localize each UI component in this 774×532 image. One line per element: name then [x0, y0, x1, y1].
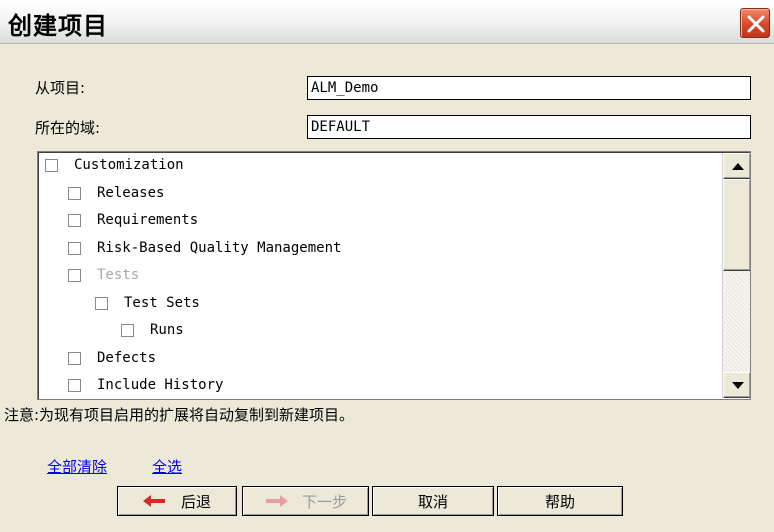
arrow-left-icon [142, 495, 165, 507]
tree-item-requirements[interactable]: Requirements [68, 208, 198, 232]
checkbox[interactable] [45, 158, 58, 172]
checkbox[interactable] [121, 323, 134, 337]
help-button-label: 帮助 [544, 492, 575, 511]
tree-item-label: Tests [97, 267, 140, 283]
checkbox[interactable] [68, 241, 81, 255]
dialog-title: 创建项目 [8, 12, 108, 40]
extensions-tree: Customization Releases Requirements Risk… [37, 151, 751, 400]
tree-item-customization[interactable]: Customization [45, 153, 184, 177]
tree-item-risk-based-quality-management[interactable]: Risk-Based Quality Management [68, 236, 341, 260]
help-button[interactable]: 帮助 [497, 486, 623, 516]
tree-item-runs[interactable]: Runs [121, 318, 184, 342]
back-button[interactable]: 后退 [117, 486, 237, 516]
scroll-up-button[interactable] [723, 153, 750, 179]
tree-item-tests: Tests [68, 263, 139, 287]
tree-item-label: Risk-Based Quality Management [97, 240, 342, 256]
next-button: 下一步 [242, 486, 369, 516]
from-project-label: 从项目: [35, 79, 86, 97]
note-text: 注意:为现有项目启用的扩展将自动复制到新建项目。 [4, 406, 355, 424]
tree-item-label: Requirements [97, 212, 199, 228]
vertical-scrollbar[interactable] [722, 153, 750, 398]
scrollbar-thumb[interactable] [723, 179, 750, 271]
domain-field[interactable]: DEFAULT [307, 115, 751, 139]
select-all-link[interactable]: 全选 [152, 456, 182, 477]
triangle-down-icon [732, 382, 744, 389]
tree-item-label: Defects [97, 350, 157, 366]
checkbox[interactable] [68, 186, 81, 200]
tree-item-defects[interactable]: Defects [68, 346, 156, 370]
checkbox[interactable] [68, 378, 81, 392]
close-icon [747, 15, 765, 33]
checkbox[interactable] [68, 213, 81, 227]
scroll-down-button[interactable] [723, 372, 750, 398]
arrow-right-icon [265, 495, 288, 507]
tree-item-include-history[interactable]: Include History [68, 373, 223, 397]
triangle-up-icon [732, 163, 744, 170]
tree-item-label: Test Sets [124, 295, 200, 311]
tree-item-label: Runs [150, 322, 184, 338]
close-button[interactable] [740, 8, 770, 38]
create-project-dialog: 创建项目 从项目: ALM_Demo 所在的域: DEFAULT Customi… [0, 0, 774, 532]
checkbox[interactable] [95, 296, 108, 310]
domain-label: 所在的域: [35, 119, 101, 137]
from-project-field[interactable]: ALM_Demo [307, 76, 751, 100]
back-button-label: 后退 [180, 492, 211, 511]
checkbox [68, 268, 81, 282]
tree-item-label: Releases [97, 185, 165, 201]
tree-item-label: Include History [97, 377, 224, 393]
clear-all-link[interactable]: 全部清除 [47, 456, 107, 477]
cancel-button[interactable]: 取消 [372, 486, 494, 516]
checkbox[interactable] [68, 351, 81, 365]
tree-item-test-sets[interactable]: Test Sets [95, 291, 200, 315]
tree-item-label: Customization [74, 157, 184, 173]
tree-item-releases[interactable]: Releases [68, 181, 164, 205]
cancel-button-label: 取消 [417, 492, 448, 511]
next-button-label: 下一步 [301, 492, 347, 511]
title-bar: 创建项目 [0, 0, 774, 44]
